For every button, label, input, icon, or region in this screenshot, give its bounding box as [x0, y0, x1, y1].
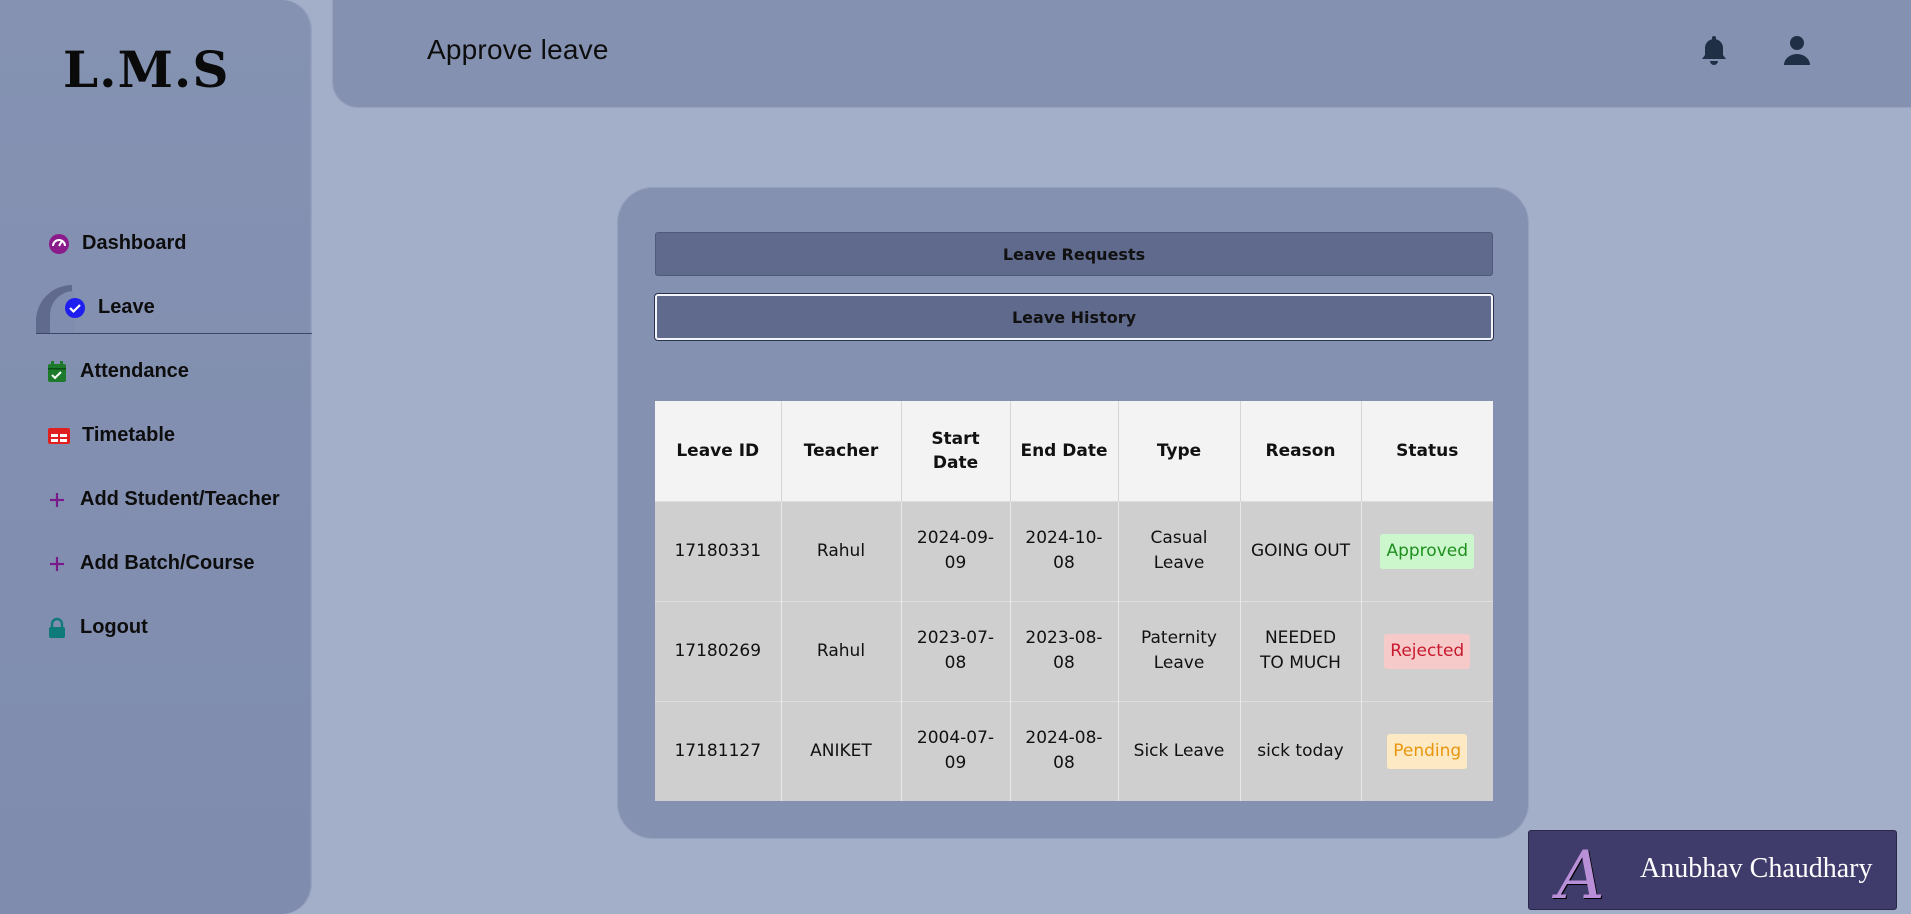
sidebar-item-label: Add Student/Teacher [80, 488, 280, 510]
type-cell: Casual Leave [1118, 500, 1241, 601]
start-date-cell: 2023-07-08 [901, 600, 1011, 701]
plus-icon [46, 553, 68, 575]
signature-mark: A [1557, 837, 1605, 914]
column-header: Teacher [781, 401, 902, 501]
leave-id-cell: 17180269 [655, 600, 782, 701]
page-title: Approve leave [427, 34, 609, 65]
status-badge: Pending [1387, 733, 1468, 769]
leave-history-button[interactable]: Leave History [655, 294, 1493, 340]
reason-cell: NEEDED TO MUCH [1240, 600, 1362, 701]
status-cell: Pending [1361, 700, 1493, 801]
teacher-cell: Rahul [781, 500, 902, 601]
status-badge: Rejected [1384, 633, 1471, 669]
column-header: Status [1361, 401, 1493, 501]
sidebar-item-label: Attendance [80, 360, 189, 382]
app-logo: L.M.S [63, 40, 230, 99]
type-cell: Paternity Leave [1118, 600, 1241, 701]
dashboard-icon [48, 233, 70, 255]
leave-history-table: Leave ID Teacher Start Date End Date Typ… [655, 401, 1493, 801]
sidebar-item-label: Logout [80, 616, 148, 638]
leave-id-cell: 17180331 [655, 500, 782, 601]
column-header: End Date [1010, 401, 1119, 501]
table-header-row: Leave ID Teacher Start Date End Date Typ… [655, 401, 1493, 501]
status-cell: Rejected [1361, 600, 1493, 701]
end-date-cell: 2023-08-08 [1010, 600, 1119, 701]
sidebar-item-label: Dashboard [82, 232, 187, 254]
sidebar-item-dashboard[interactable]: Dashboard [48, 232, 186, 255]
sidebar-item-label: Timetable [82, 424, 175, 446]
start-date-cell: 2004-07-09 [901, 700, 1011, 801]
reason-cell: sick today [1240, 700, 1362, 801]
sidebar-item-add-batch-course[interactable]: Add Batch/Course [46, 552, 254, 575]
table-row: 17181127 ANIKET 2004-07-09 2024-08-08 Si… [655, 700, 1493, 801]
status-badge: Approved [1380, 533, 1475, 569]
sidebar-item-timetable[interactable]: Timetable [48, 424, 175, 447]
sidebar-item-leave[interactable]: Leave [64, 296, 155, 319]
leave-card: Leave Requests Leave History Leave ID Te… [617, 187, 1529, 839]
signature-name: Anubhav Chaudhary [1640, 853, 1873, 884]
table-row: 17180331 Rahul 2024-09-09 2024-10-08 Cas… [655, 500, 1493, 601]
calendar-check-icon [46, 360, 68, 383]
sidebar-item-add-student-teacher[interactable]: Add Student/Teacher [46, 488, 280, 511]
reason-cell: GOING OUT [1240, 500, 1362, 601]
table-row: 17180269 Rahul 2023-07-08 2023-08-08 Pat… [655, 600, 1493, 701]
start-date-cell: 2024-09-09 [901, 500, 1011, 601]
end-date-cell: 2024-10-08 [1010, 500, 1119, 601]
sidebar-item-label: Leave [98, 296, 155, 318]
column-header: Type [1118, 401, 1241, 501]
author-watermark: A Anubhav Chaudhary [1528, 830, 1897, 914]
check-circle-icon [64, 297, 86, 319]
sidebar-item-label: Add Batch/Course [80, 552, 255, 574]
sidebar: L.M.S Dashboard Leave Attendance Timetab… [0, 0, 312, 914]
leave-requests-button[interactable]: Leave Requests [655, 232, 1493, 276]
teacher-cell: Rahul [781, 600, 902, 701]
teacher-cell: ANIKET [781, 700, 902, 801]
bell-icon[interactable] [1696, 32, 1732, 68]
sidebar-item-logout[interactable]: Logout [46, 616, 148, 639]
sidebar-item-attendance[interactable]: Attendance [46, 360, 189, 383]
status-cell: Approved [1361, 500, 1493, 601]
end-date-cell: 2024-08-08 [1010, 700, 1119, 801]
type-cell: Sick Leave [1118, 700, 1241, 801]
plus-icon [46, 489, 68, 511]
leave-id-cell: 17181127 [655, 700, 782, 801]
top-header: Approve leave [332, 0, 1911, 108]
column-header: Reason [1240, 401, 1362, 501]
column-header: Start Date [901, 401, 1011, 501]
table-icon [48, 425, 70, 447]
column-header: Leave ID [655, 401, 782, 501]
user-icon[interactable] [1779, 32, 1815, 68]
lock-icon [46, 617, 68, 639]
